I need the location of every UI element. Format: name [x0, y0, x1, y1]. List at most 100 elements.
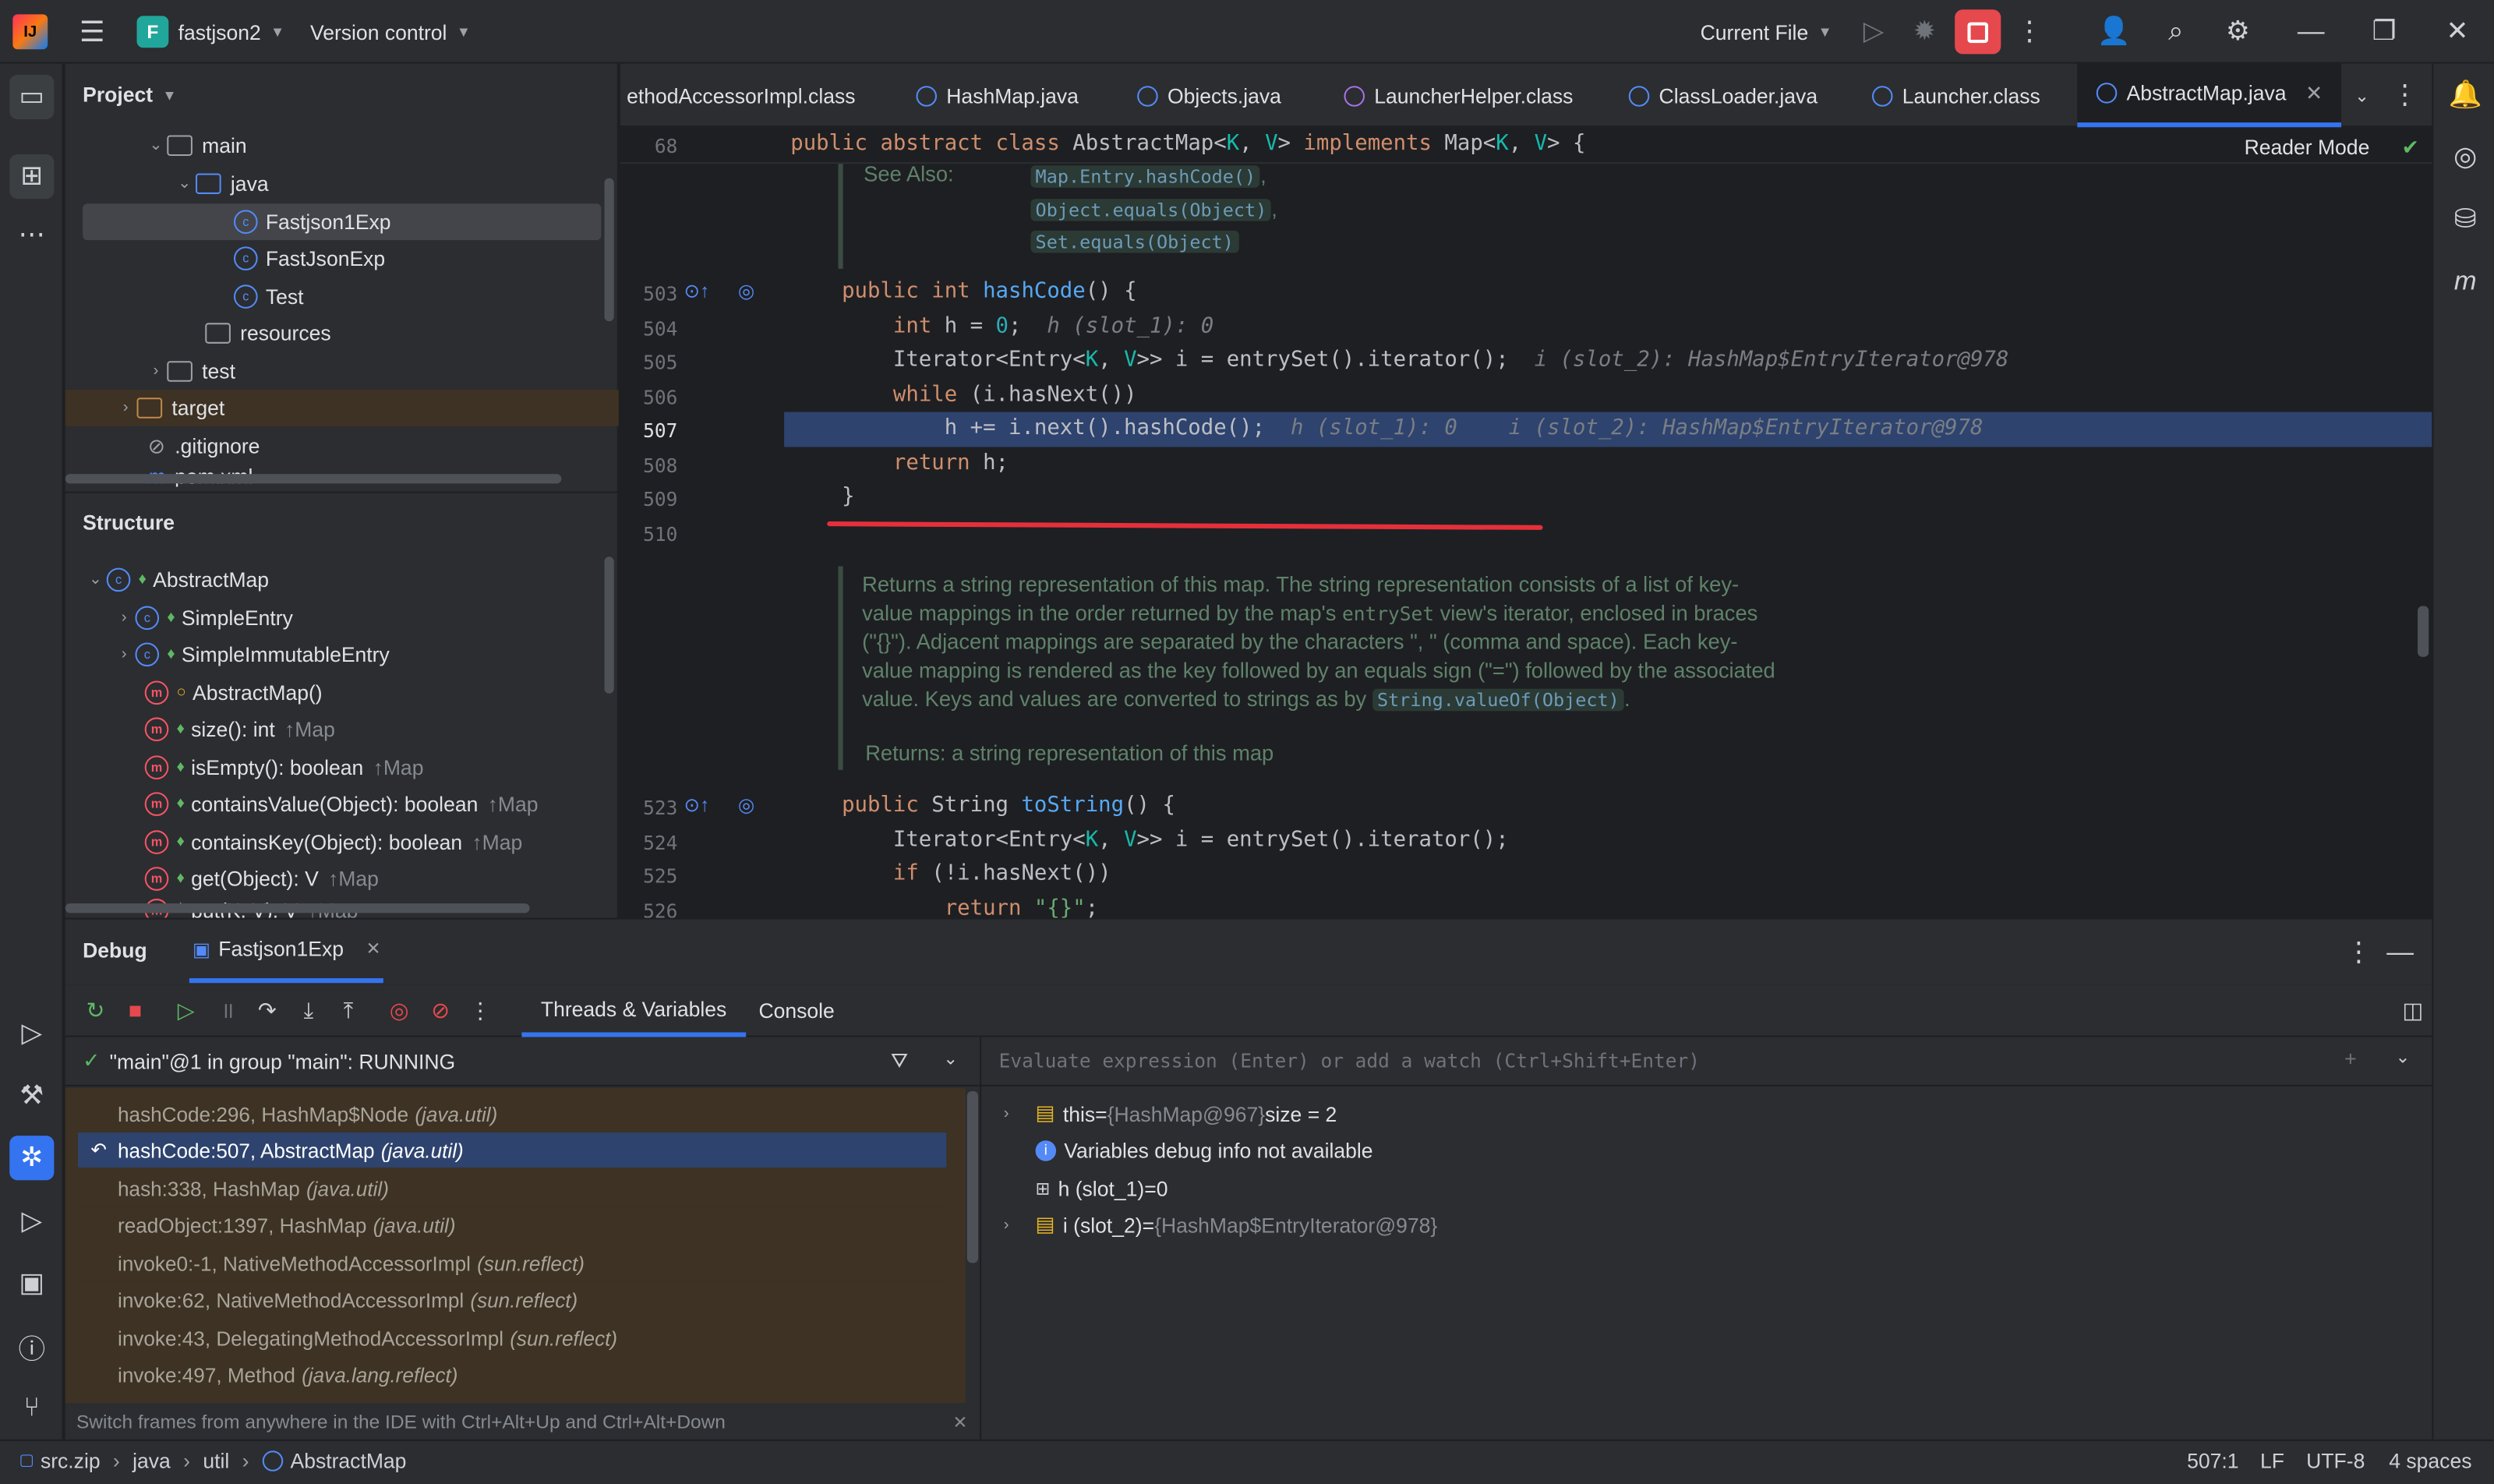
close-session-icon[interactable]: ✕ [366, 938, 381, 959]
structure-icon[interactable]: ⊞ [9, 154, 55, 200]
structure-item-abstractmap[interactable]: ⌄ c ♦ AbstractMap [84, 561, 269, 598]
implements-gutter-icon[interactable]: ◎ [738, 280, 754, 302]
problems-icon[interactable]: ⓘ [12, 1327, 51, 1365]
structure-item-simpleentry[interactable]: › c ♦ SimpleEntry [113, 599, 293, 636]
structure-item-isempty[interactable]: m ♦ isEmpty(): boolean ↑Map [144, 749, 423, 786]
database-icon[interactable]: ⛁ [2446, 200, 2485, 238]
resume-icon[interactable]: ▷ [170, 995, 202, 1026]
minimize-icon[interactable]: — [2292, 12, 2330, 51]
layout-settings-icon[interactable]: ◫ [2397, 995, 2429, 1026]
stack-frame[interactable]: invoke:62, NativeMethodAccessorImpl (sun.… [77, 1281, 947, 1317]
tab-threads-variables[interactable]: Threads & Variables [521, 984, 746, 1037]
step-out-icon[interactable]: ⤒ [333, 995, 365, 1026]
thread-selector[interactable]: ✓ "main"@1 in group "main": RUNNING ⛛ ⌄ [65, 1037, 982, 1086]
breadcrumb-item[interactable]: src.zip [41, 1449, 101, 1473]
stack-frame[interactable]: hashCode:296, HashMap$Node (java.util) [77, 1096, 947, 1132]
tab-list-chevron-icon[interactable]: ⌄ [2346, 80, 2378, 111]
debug-icon[interactable]: ✹ [1906, 12, 1944, 51]
services-icon[interactable]: ▷ [12, 1015, 51, 1053]
step-into-icon[interactable]: ⤓ [293, 995, 325, 1026]
restore-icon[interactable]: ❐ [2365, 12, 2404, 51]
doc-link[interactable]: String.valueOf(Object) [1372, 688, 1624, 712]
line-separator[interactable]: LF [2260, 1449, 2284, 1473]
tree-item-target[interactable]: › target [65, 389, 619, 426]
reader-mode-button[interactable]: Reader Mode [2245, 135, 2370, 159]
tab-launcher[interactable]: Launcher.class [1872, 64, 2040, 128]
tab-abstractmap[interactable]: AbstractMap.java ✕ [2077, 63, 2342, 128]
tree-item-java[interactable]: ⌄ java [173, 165, 268, 202]
notifications-bell-icon[interactable]: 🔔 [2446, 76, 2485, 115]
override-gutter-icon[interactable]: ⊙↑ [684, 793, 710, 816]
project-panel-title[interactable]: Project ▼ [83, 83, 176, 107]
indent-setting[interactable]: 4 spaces [2389, 1449, 2471, 1473]
breadcrumb-item[interactable]: java [132, 1449, 171, 1473]
filter-icon[interactable]: ⛛ [891, 1048, 908, 1074]
debug-more-icon[interactable]: ⋮ [2343, 934, 2375, 972]
pause-icon[interactable]: ॥ [211, 995, 243, 1026]
add-user-icon[interactable]: 👤 [2095, 12, 2133, 51]
close-tab-icon[interactable]: ✕ [2305, 80, 2323, 106]
debug-toolbar-more-icon[interactable]: ⋮ [465, 995, 496, 1026]
debug-bug-icon[interactable]: ✲ [9, 1136, 55, 1181]
vertical-scrollbar[interactable] [604, 556, 614, 694]
file-encoding[interactable]: UTF-8 [2306, 1449, 2365, 1473]
structure-item-containsvalue[interactable]: m ♦ containsValue(Object): boolean ↑Map [144, 786, 538, 822]
variable-h[interactable]: ⊞ h (slot_1) = 0 [1036, 1171, 1168, 1206]
tab-hashmap[interactable]: HashMap.java [916, 64, 1079, 128]
structure-item-constructor[interactable]: m ○ AbstractMap() [144, 674, 323, 711]
build-hammer-icon[interactable]: ⚒ [12, 1077, 51, 1115]
maven-icon[interactable]: m [2446, 263, 2485, 301]
doc-link[interactable]: Object.equals(Object) [1030, 198, 1272, 221]
more-actions-icon[interactable]: ⋮ [2014, 12, 2046, 51]
tree-item-main[interactable]: ⌄ main [145, 127, 246, 164]
implements-gutter-icon[interactable]: ◎ [738, 793, 754, 816]
hide-panel-icon[interactable]: — [2384, 934, 2416, 972]
code-editor[interactable]: 68 public abstract class AbstractMap<K, … [620, 129, 2432, 918]
stack-frame[interactable]: hash:338, HashMap (java.util) [77, 1171, 947, 1206]
structure-item-size[interactable]: m ♦ size(): int ↑Map [144, 711, 335, 747]
close-hint-icon[interactable]: ✕ [952, 1412, 967, 1432]
stop-debug-icon[interactable]: ■ [119, 995, 151, 1026]
breadcrumb-item[interactable]: AbstractMap [291, 1449, 407, 1473]
tree-item-gitignore[interactable]: ⊘ .gitignore [145, 428, 260, 465]
structure-item-get[interactable]: m ♦ get(Object): V ↑Map [144, 860, 379, 897]
tab-launcherhelper[interactable]: LauncherHelper.class [1344, 64, 1573, 128]
chevron-down-icon[interactable]: ⌄ [943, 1048, 958, 1069]
tree-item-fastjsonexp[interactable]: c FastJsonExp [233, 240, 385, 277]
run-tool-icon[interactable]: ▷ [12, 1203, 51, 1241]
rerun-icon[interactable]: ↻ [79, 995, 111, 1026]
tab-classloader[interactable]: ClassLoader.java [1628, 64, 1818, 128]
stack-frame-selected[interactable]: ↶ hashCode:507, AbstractMap (java.util) [77, 1132, 947, 1168]
debug-session-tab[interactable]: ▣ Fastjson1Exp ✕ [189, 920, 384, 984]
tree-item-test-class[interactable]: c Test [233, 278, 303, 315]
editor-scrollbar[interactable] [2418, 606, 2429, 657]
stop-button[interactable] [1955, 9, 2001, 55]
project-switcher[interactable]: F fastjson2 ▼ [136, 0, 284, 64]
git-branch-icon[interactable]: ⑂ [12, 1389, 51, 1427]
structure-item-containskey[interactable]: m ♦ containsKey(Object): boolean ↑Map [144, 824, 522, 860]
stack-frame[interactable]: invoke:497, Method (java.lang.reflect) [77, 1356, 947, 1392]
breadcrumb-item[interactable]: util [203, 1449, 229, 1473]
more-tools-icon[interactable]: ⋯ [12, 217, 51, 255]
settings-gear-icon[interactable]: ⚙ [2219, 12, 2257, 51]
frames-scrollbar[interactable] [966, 1090, 979, 1263]
tab-methodaccessorimpl[interactable]: ethodAccessorImpl.class [627, 64, 855, 128]
tree-item-fastjson1exp[interactable]: c Fastjson1Exp [83, 203, 602, 241]
evaluate-expression-field[interactable]: Evaluate expression (Enter) or add a wat… [981, 1037, 2432, 1086]
doc-link[interactable]: Map.Entry.hashCode() [1030, 165, 1261, 188]
variable-this[interactable]: › ▤ this = {HashMap@967} size = 2 [1004, 1096, 1337, 1131]
close-window-icon[interactable]: ✕ [2439, 12, 2477, 51]
stack-frame[interactable]: readObject:1397, HashMap (java.util) [77, 1207, 947, 1242]
view-breakpoints-icon[interactable]: ◎ [383, 995, 415, 1026]
run-icon[interactable]: ▷ [1855, 12, 1893, 51]
caret-position[interactable]: 507:1 [2187, 1449, 2238, 1473]
vcs-widget[interactable]: Version control ▼ [310, 0, 471, 64]
doc-link[interactable]: Set.equals(Object) [1030, 230, 1239, 253]
expand-chevron-icon[interactable]: › [1004, 1104, 1036, 1122]
chevron-down-icon[interactable]: ⌄ [2395, 1047, 2410, 1067]
horizontal-scrollbar[interactable] [65, 903, 530, 913]
structure-item-simpleimmutableentry[interactable]: › c ♦ SimpleImmutableEntry [113, 636, 390, 673]
add-watch-icon[interactable]: + [2344, 1047, 2356, 1071]
tree-item-resources[interactable]: resources [205, 315, 331, 352]
step-over-icon[interactable]: ↷ [251, 995, 283, 1026]
